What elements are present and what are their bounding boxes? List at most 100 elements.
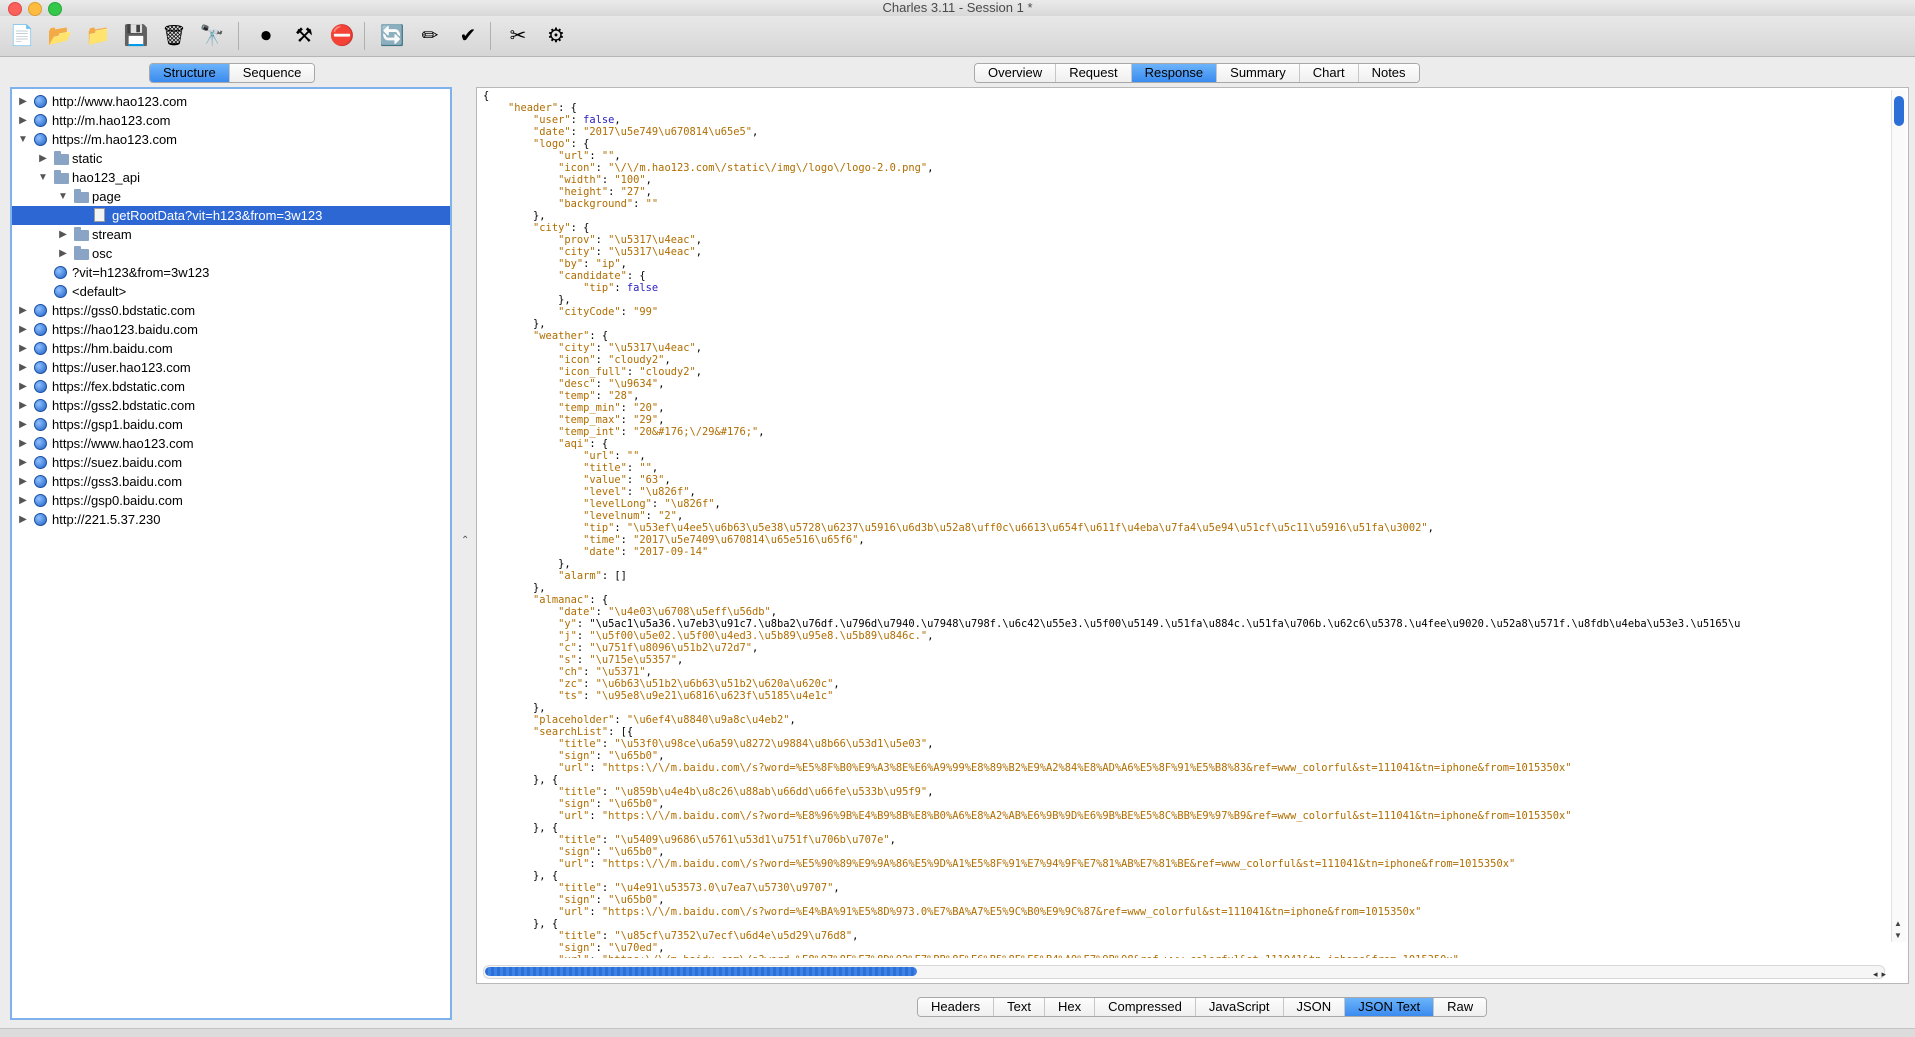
disclosure-expanded-icon[interactable]: ▼	[38, 168, 48, 187]
window-title: Charles 3.11 - Session 1 *	[882, 0, 1033, 15]
json-line: "desc": "\u9634",	[558, 378, 665, 390]
tree-node[interactable]: ▶ stream	[12, 225, 450, 244]
json-line: "url": "",	[558, 150, 621, 162]
breakpoints-icon[interactable]: ⛔	[328, 22, 356, 50]
tab-hex[interactable]: Hex	[1044, 998, 1096, 1016]
disclosure-collapsed-icon[interactable]: ▶	[18, 92, 28, 111]
tree-node[interactable]: ▶ https://user.hao123.com	[12, 358, 450, 377]
disclosure-collapsed-icon[interactable]: ▶	[18, 510, 28, 529]
tree-node[interactable]: ▶ https://gsp0.baidu.com	[12, 491, 450, 510]
tree-node[interactable]: ▶ https://gss3.baidu.com	[12, 472, 450, 491]
tree-node[interactable]: <default>	[12, 282, 450, 301]
tree-node[interactable]: ▶ https://fex.bdstatic.com	[12, 377, 450, 396]
tree-node[interactable]: ▶ http://m.hao123.com	[12, 111, 450, 130]
disclosure-collapsed-icon[interactable]: ▶	[18, 377, 28, 396]
tab-chart[interactable]: Chart	[1299, 64, 1359, 82]
disclosure-expanded-icon[interactable]: ▼	[18, 130, 28, 149]
record-icon[interactable]: ⏺	[252, 22, 280, 50]
tools-icon[interactable]: ✂	[504, 22, 532, 50]
tree-node[interactable]: ▼ hao123_api	[12, 168, 450, 187]
tree-node[interactable]: ▶ http://www.hao123.com	[12, 92, 450, 111]
json-line: "temp_min": "20",	[558, 402, 665, 414]
edit-icon[interactable]: ✏	[416, 22, 444, 50]
globe-icon	[34, 95, 47, 108]
disclosure-collapsed-icon[interactable]: ▶	[18, 358, 28, 377]
disclosure-collapsed-icon[interactable]: ▶	[18, 396, 28, 415]
disclosure-collapsed-icon[interactable]: ▶	[18, 453, 28, 472]
disclosure-collapsed-icon[interactable]: ▶	[18, 301, 28, 320]
tree-node[interactable]: ▶ https://gss0.bdstatic.com	[12, 301, 450, 320]
json-line: "level": "\u826f",	[583, 486, 696, 498]
tree-node[interactable]: ▶ https://gsp1.baidu.com	[12, 415, 450, 434]
save-session-icon[interactable]: 💾	[122, 22, 150, 50]
response-view-tabs: Overview Request Response Summary Chart Notes	[974, 63, 1420, 83]
disclosure-collapsed-icon[interactable]: ▶	[58, 225, 68, 244]
validate-icon[interactable]: ✔	[454, 22, 482, 50]
scroll-left-right-icon[interactable]: ◂▸	[1873, 969, 1890, 980]
disclosure-collapsed-icon[interactable]: ▶	[58, 244, 68, 263]
tree-node[interactable]: ▶ https://www.hao123.com	[12, 434, 450, 453]
tree-node[interactable]: ▼ page	[12, 187, 450, 206]
disclosure-expanded-icon[interactable]: ▼	[58, 187, 68, 206]
minimize-window-icon[interactable]	[28, 2, 42, 16]
disclosure-collapsed-icon[interactable]: ▶	[18, 472, 28, 491]
throttle-icon[interactable]: ⚒	[290, 22, 318, 50]
tab-json-text[interactable]: JSON Text	[1345, 998, 1435, 1016]
tree-node-label: https://gsp1.baidu.com	[52, 417, 183, 432]
globe-icon	[34, 133, 47, 146]
tab-javascript[interactable]: JavaScript	[1195, 998, 1284, 1016]
clear-session-icon[interactable]: 🗑	[160, 22, 188, 50]
tree-node[interactable]: ▶ static	[12, 149, 450, 168]
tab-response[interactable]: Response	[1131, 64, 1218, 82]
tree-node[interactable]: ▶ osc	[12, 244, 450, 263]
tab-text[interactable]: Text	[994, 998, 1045, 1016]
disclosure-collapsed-icon[interactable]: ▶	[38, 149, 48, 168]
tab-summary[interactable]: Summary	[1217, 64, 1300, 82]
close-session-icon[interactable]: 📁	[84, 22, 112, 50]
json-line: "sign": "\u65b0",	[558, 846, 665, 858]
tree-node[interactable]: getRootData?vit=h123&from=3w123	[12, 206, 450, 225]
scroll-down-icon[interactable]: ▼	[1894, 931, 1902, 940]
json-line: "background": ""	[558, 198, 659, 210]
folder-icon	[54, 151, 69, 165]
tree-node[interactable]: ▶ https://gss2.bdstatic.com	[12, 396, 450, 415]
close-window-icon[interactable]	[8, 2, 22, 16]
horizontal-scrollbar[interactable]	[483, 965, 1885, 979]
json-line: "sign": "\u70ed",	[558, 942, 665, 954]
disclosure-collapsed-icon[interactable]: ▶	[18, 434, 28, 453]
tab-request[interactable]: Request	[1056, 64, 1132, 82]
json-text-view[interactable]: { "header": { "user": false, "date": "20…	[483, 90, 1893, 958]
tree-node[interactable]: ▶ https://suez.baidu.com	[12, 453, 450, 472]
tab-sequence[interactable]: Sequence	[229, 64, 315, 82]
structure-tree[interactable]: ▶ http://www.hao123.com ▶ http://m.hao123.c…	[10, 87, 452, 1020]
new-session-icon[interactable]: 📄	[8, 22, 36, 50]
tree-node[interactable]: ▶ http://221.5.37.230	[12, 510, 450, 529]
tab-overview[interactable]: Overview	[975, 64, 1057, 82]
disclosure-collapsed-icon[interactable]: ▶	[18, 339, 28, 358]
tree-node[interactable]: ▶ https://hao123.baidu.com	[12, 320, 450, 339]
tree-node[interactable]: ▼ https://m.hao123.com	[12, 130, 450, 149]
vertical-scroll-thumb[interactable]	[1894, 96, 1904, 126]
settings-icon[interactable]: ⚙	[542, 22, 570, 50]
splitter-handle-icon[interactable]: ⌃	[461, 535, 469, 546]
repeat-icon[interactable]: 🔄	[378, 22, 406, 50]
json-line: "city": "\u5317\u4eac",	[558, 342, 702, 354]
tab-raw[interactable]: Raw	[1434, 998, 1487, 1016]
disclosure-collapsed-icon[interactable]: ▶	[18, 111, 28, 130]
horizontal-scroll-thumb[interactable]	[485, 967, 917, 976]
tab-json[interactable]: JSON	[1283, 998, 1346, 1016]
tab-notes[interactable]: Notes	[1358, 64, 1419, 82]
vertical-scrollbar[interactable]: ▲ ▼	[1891, 90, 1906, 942]
disclosure-collapsed-icon[interactable]: ▶	[18, 415, 28, 434]
find-icon[interactable]: 🔭	[198, 22, 226, 50]
tree-node[interactable]: ▶ https://hm.baidu.com	[12, 339, 450, 358]
zoom-window-icon[interactable]	[48, 2, 62, 16]
tab-compressed[interactable]: Compressed	[1095, 998, 1196, 1016]
tab-structure[interactable]: Structure	[150, 64, 230, 82]
disclosure-collapsed-icon[interactable]: ▶	[18, 320, 28, 339]
disclosure-collapsed-icon[interactable]: ▶	[18, 491, 28, 510]
open-session-icon[interactable]: 📂	[46, 22, 74, 50]
scroll-up-icon[interactable]: ▲	[1894, 919, 1902, 928]
tab-headers[interactable]: Headers	[918, 998, 995, 1016]
tree-node[interactable]: ?vit=h123&from=3w123	[12, 263, 450, 282]
